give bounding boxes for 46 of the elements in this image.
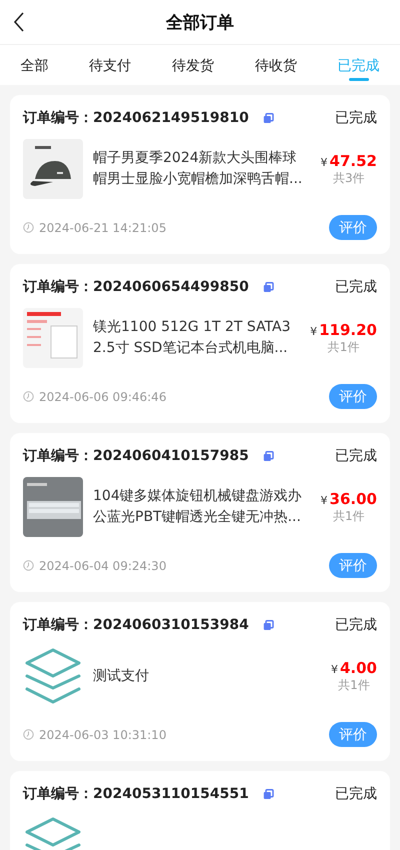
currency-symbol: ¥ xyxy=(330,662,338,676)
order-status: 已完成 xyxy=(335,109,377,127)
product-title[interactable]: 镁光1100 512G 1T 2T SATA3 2.5寸 SSD笔记本台式机电脑... xyxy=(93,317,300,359)
order-time: 2024-06-06 09:46:46 xyxy=(39,390,166,404)
clock-icon xyxy=(23,391,34,402)
tab[interactable]: 待发货 xyxy=(172,45,214,85)
order-number: 订单编号：2024053110154551 xyxy=(23,785,249,803)
order-number: 订单编号：2024060410157985 xyxy=(23,447,249,465)
order-number: 订单编号：2024060310153984 xyxy=(23,616,249,634)
clock-icon xyxy=(23,222,34,233)
product-title[interactable]: 104键多媒体旋钮机械键盘游戏办公蓝光PBT键帽透光全键无冲热... xyxy=(93,486,311,528)
clock-icon xyxy=(23,729,34,740)
currency-symbol: ¥ xyxy=(320,156,328,168)
price: 119.20 xyxy=(319,320,377,338)
tab[interactable]: 待收货 xyxy=(254,45,297,85)
order-time: 2024-06-03 10:31:10 xyxy=(39,728,166,742)
price: 47.52 xyxy=(330,152,377,170)
item-count: 共1件 xyxy=(332,508,365,524)
order-time: 2024-06-21 14:21:05 xyxy=(39,220,166,234)
order-status: 已完成 xyxy=(335,785,377,803)
order-number: 订单编号：2024060654499850 xyxy=(23,278,249,296)
clock-icon xyxy=(23,560,34,571)
copy-icon[interactable] xyxy=(262,450,274,462)
back-icon[interactable] xyxy=(13,12,25,32)
copy-icon[interactable] xyxy=(262,788,274,800)
product-title[interactable]: 帽子男夏季2024新款大头围棒球帽男士显脸小宽帽檐加深鸭舌帽... xyxy=(93,148,311,190)
item-count: 共1件 xyxy=(328,338,360,356)
layers-icon xyxy=(23,646,83,706)
order-time: 2024-06-04 09:24:30 xyxy=(39,558,166,572)
tab[interactable]: 待支付 xyxy=(89,45,132,85)
page-title: 全部订单 xyxy=(166,12,234,34)
price: 36.00 xyxy=(330,490,377,508)
copy-icon[interactable] xyxy=(262,620,274,630)
item-count: 共3件 xyxy=(332,170,365,186)
currency-symbol: ¥ xyxy=(310,324,318,338)
tab[interactable]: 全部 xyxy=(20,45,48,85)
copy-icon[interactable] xyxy=(262,112,274,124)
order-status: 已完成 xyxy=(335,278,377,296)
price: 4.00 xyxy=(340,658,377,676)
order-status: 已完成 xyxy=(335,447,377,465)
copy-icon[interactable] xyxy=(262,282,274,292)
item-count: 共1件 xyxy=(338,676,370,694)
product-title[interactable]: 测试支付 xyxy=(93,666,321,686)
currency-symbol: ¥ xyxy=(320,494,328,506)
order-status: 已完成 xyxy=(335,616,377,634)
order-number: 订单编号：2024062149519810 xyxy=(23,109,249,127)
